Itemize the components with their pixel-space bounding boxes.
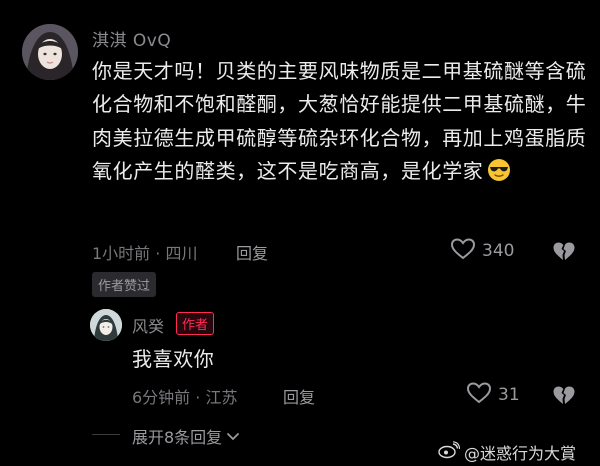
reply-button[interactable]: 回复 [236, 240, 268, 264]
heart-icon [450, 237, 476, 265]
reply-reply-button[interactable]: 回复 [283, 384, 315, 408]
reply-text: 我喜欢你 [132, 347, 215, 371]
like-button[interactable]: 340 [450, 237, 514, 265]
chevron-down-icon [226, 427, 240, 446]
dislike-button[interactable] [552, 240, 576, 266]
watermark-text: @迷惑行为大賞 [464, 444, 577, 463]
reply-time-location: 6分钟前 · 江苏 [132, 388, 238, 407]
sunglasses-emoji-icon [487, 158, 511, 182]
thread-divider [92, 434, 120, 435]
comment-text: 你是天才吗！贝类的主要风味物质是二甲基硫醚等含硫化合物和不饱和醛酮，大葱恰好能提… [92, 55, 587, 188]
commenter-username[interactable]: 淇淇 OvQ [92, 26, 171, 51]
author-liked-badge: 作者赞过 [92, 272, 157, 297]
comment-body: 你是天才吗！贝类的主要风味物质是二甲基硫醚等含硫化合物和不饱和醛酮，大葱恰好能提… [92, 59, 587, 183]
reply-username[interactable]: 风癸 [132, 313, 164, 337]
watermark: @迷惑行为大賞 [438, 440, 576, 464]
expand-replies-label: 展开8条回复 [132, 428, 223, 447]
comment-time-location: 1小时前 · 四川 [92, 244, 198, 263]
commenter-avatar[interactable] [22, 24, 78, 80]
broken-heart-icon [552, 386, 576, 410]
weibo-icon [438, 441, 461, 463]
heart-icon [466, 381, 492, 409]
reply-like-count: 31 [498, 385, 520, 405]
like-count: 340 [482, 241, 515, 261]
reply-like-button[interactable]: 31 [466, 381, 520, 409]
reply-dislike-button[interactable] [552, 384, 576, 410]
expand-replies-button[interactable]: 展开8条回复 [132, 424, 240, 448]
broken-heart-icon [552, 242, 576, 266]
author-tag: 作者 [176, 312, 215, 335]
reply-avatar[interactable] [90, 309, 122, 341]
